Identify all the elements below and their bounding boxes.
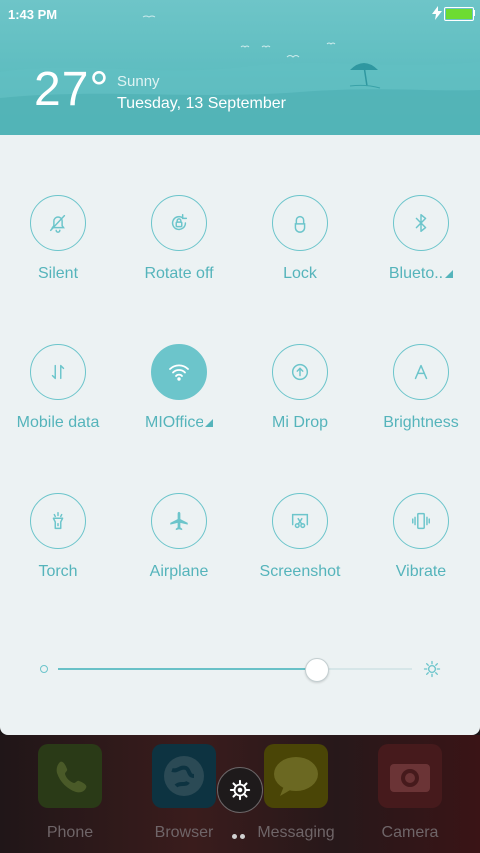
weather-date: Tuesday, 13 September — [117, 95, 286, 112]
brightness-slider[interactable] — [58, 668, 412, 670]
toggle-bluetooth[interactable]: Blueto.. — [361, 195, 480, 283]
brightness-low-icon — [40, 665, 48, 673]
toggle-rotate[interactable]: Rotate off — [119, 195, 239, 283]
battery-tip — [473, 10, 475, 16]
temperature: 27° — [34, 63, 110, 116]
toggle-label: Airplane — [149, 563, 209, 580]
mi-drop-icon — [272, 344, 328, 400]
toggle-label: Torch — [38, 563, 78, 580]
toggle-label: MIOffice — [145, 414, 203, 431]
browser-app-icon[interactable] — [152, 744, 216, 808]
weather-header[interactable]: 1:43 PM 27° Sunny Tuesday, 13 September — [0, 0, 480, 135]
phone-app-icon[interactable] — [38, 744, 102, 808]
brightness-slider-fill — [58, 668, 317, 670]
toggle-airplane[interactable]: Airplane — [119, 493, 239, 581]
toggle-lock[interactable]: Lock — [240, 195, 360, 283]
dock-label-browser: Browser — [154, 824, 214, 841]
page-indicator — [232, 826, 248, 844]
battery-icon — [444, 7, 474, 21]
toggle-brightness[interactable]: Brightness — [361, 344, 480, 432]
dock-label-camera: Camera — [381, 824, 439, 841]
toggle-screenshot[interactable]: Screenshot — [240, 493, 360, 581]
dock-label-phone: Phone — [46, 824, 94, 841]
expand-arrow-icon[interactable] — [445, 270, 454, 278]
toggle-label-wrap: Blueto.. — [361, 265, 480, 283]
rotate-lock-icon — [151, 195, 207, 251]
toggle-mi-drop[interactable]: Mi Drop — [240, 344, 360, 432]
charging-icon — [432, 6, 442, 20]
vibrate-icon — [393, 493, 449, 549]
brightness-high-icon — [423, 660, 441, 678]
toggle-label: Vibrate — [395, 563, 447, 580]
toggle-label: Mi Drop — [271, 414, 328, 431]
toggle-label: Screenshot — [259, 563, 341, 580]
torch-icon — [30, 493, 86, 549]
expand-arrow-icon[interactable] — [205, 419, 213, 427]
lock-icon — [272, 195, 328, 251]
gear-icon — [229, 779, 251, 801]
dock-label-messaging: Messaging — [257, 824, 335, 841]
camera-app-icon[interactable] — [378, 744, 442, 808]
mobile-data-icon — [30, 344, 86, 400]
toggle-silent[interactable]: Silent — [0, 195, 118, 283]
toggle-mobile-data[interactable]: Mobile data — [0, 344, 118, 432]
wifi-icon — [151, 344, 207, 400]
messaging-app-icon[interactable] — [264, 744, 328, 808]
bluetooth-icon — [393, 195, 449, 251]
toggle-label: Blueto.. — [388, 265, 444, 282]
weather-condition: Sunny — [117, 73, 160, 90]
toggle-label: Silent — [37, 265, 79, 282]
brightness-auto-icon — [393, 344, 449, 400]
toggle-label-wrap: MIOffice — [119, 414, 239, 432]
toggle-torch[interactable]: Torch — [0, 493, 118, 581]
toggle-label: Brightness — [383, 414, 459, 431]
toggle-wifi[interactable]: MIOffice — [119, 344, 239, 432]
toggle-label: Mobile data — [16, 414, 100, 431]
toggle-label: Lock — [283, 265, 317, 282]
toggle-label: Rotate off — [144, 265, 214, 282]
toggle-vibrate[interactable]: Vibrate — [361, 493, 480, 581]
screenshot-icon — [272, 493, 328, 549]
settings-button[interactable] — [217, 767, 263, 813]
bell-off-icon — [30, 195, 86, 251]
airplane-icon — [151, 493, 207, 549]
status-time: 1:43 PM — [8, 7, 58, 22]
